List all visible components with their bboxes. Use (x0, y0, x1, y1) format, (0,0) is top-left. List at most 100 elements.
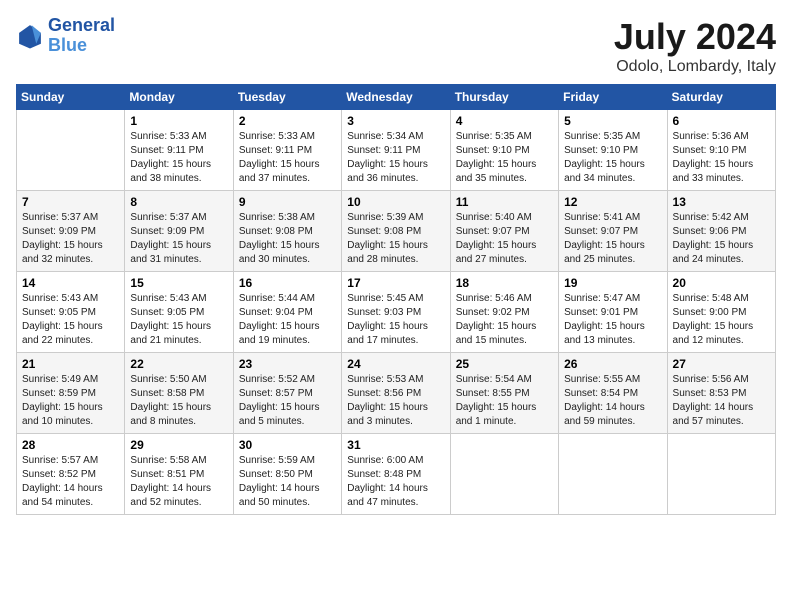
day-number: 11 (456, 195, 553, 209)
calendar-week-4: 21 Sunrise: 5:49 AM Sunset: 8:59 PM Dayli… (17, 353, 776, 434)
calendar-cell: 23Sunrise: 5:52 AM Sunset: 8:57 PM Dayli… (233, 353, 341, 434)
day-info: Sunrise: 5:35 AM Sunset: 9:10 PM Dayligh… (564, 130, 661, 186)
day-number: 30 (239, 438, 336, 452)
calendar-cell: 20 Sunrise: 5:48 AM Sunset: 9:00 PM Dayli… (667, 272, 775, 353)
calendar-header: SundayMondayTuesdayWednesdayThursdayFrid… (17, 85, 776, 110)
day-info: Sunrise: 6:00 AM Sunset: 8:48 PM Dayligh… (347, 454, 444, 510)
day-info: Sunrise: 5:39 AM Sunset: 9:08 PM Dayligh… (347, 211, 444, 267)
calendar-week-2: 7 Sunrise: 5:37 AM Sunset: 9:09 PM Daylig… (17, 191, 776, 272)
calendar-cell: 22 Sunrise: 5:50 AM Sunset: 8:58 PM Dayli… (125, 353, 233, 434)
day-number: 20 (673, 276, 770, 290)
calendar-cell: 26Sunrise: 5:55 AM Sunset: 8:54 PM Dayli… (559, 353, 667, 434)
calendar-cell: 11 Sunrise: 5:40 AM Sunset: 9:07 PM Dayli… (450, 191, 558, 272)
day-info: Sunrise: 5:37 AM Sunset: 9:09 PM Dayligh… (130, 211, 227, 267)
day-info: Sunrise: 5:50 AM Sunset: 8:58 PM Dayligh… (130, 373, 227, 429)
day-number: 29 (130, 438, 227, 452)
logo-blue: Blue (48, 35, 87, 55)
calendar-cell: 1Sunrise: 5:33 AM Sunset: 9:11 PM Daylig… (125, 110, 233, 191)
day-info: Sunrise: 5:54 AM Sunset: 8:55 PM Dayligh… (456, 373, 553, 429)
day-number: 22 (130, 357, 227, 371)
calendar-cell: 3Sunrise: 5:34 AM Sunset: 9:11 PM Daylig… (342, 110, 450, 191)
calendar-cell: 7 Sunrise: 5:37 AM Sunset: 9:09 PM Daylig… (17, 191, 125, 272)
day-info: Sunrise: 5:34 AM Sunset: 9:11 PM Dayligh… (347, 130, 444, 186)
logo: General Blue (16, 16, 115, 56)
day-number: 9 (239, 195, 336, 209)
day-header-sunday: Sunday (17, 85, 125, 110)
calendar-cell: 14 Sunrise: 5:43 AM Sunset: 9:05 PM Dayli… (17, 272, 125, 353)
day-number: 21 (22, 357, 119, 371)
calendar-cell (450, 434, 558, 515)
day-info: Sunrise: 5:35 AM Sunset: 9:10 PM Dayligh… (456, 130, 553, 186)
calendar-cell (17, 110, 125, 191)
calendar-cell: 2Sunrise: 5:33 AM Sunset: 9:11 PM Daylig… (233, 110, 341, 191)
day-info: Sunrise: 5:44 AM Sunset: 9:04 PM Dayligh… (239, 292, 336, 348)
day-info: Sunrise: 5:40 AM Sunset: 9:07 PM Dayligh… (456, 211, 553, 267)
day-number: 28 (22, 438, 119, 452)
day-info: Sunrise: 5:42 AM Sunset: 9:06 PM Dayligh… (673, 211, 770, 267)
calendar-week-1: 1Sunrise: 5:33 AM Sunset: 9:11 PM Daylig… (17, 110, 776, 191)
day-info: Sunrise: 5:49 AM Sunset: 8:59 PM Dayligh… (22, 373, 119, 429)
day-number: 6 (673, 114, 770, 128)
calendar-week-5: 28 Sunrise: 5:57 AM Sunset: 8:52 PM Dayli… (17, 434, 776, 515)
day-number: 17 (347, 276, 444, 290)
calendar-cell: 27 Sunrise: 5:56 AM Sunset: 8:53 PM Dayli… (667, 353, 775, 434)
calendar-cell: 10 Sunrise: 5:39 AM Sunset: 9:08 PM Dayli… (342, 191, 450, 272)
day-header-wednesday: Wednesday (342, 85, 450, 110)
day-number: 14 (22, 276, 119, 290)
calendar-cell (667, 434, 775, 515)
logo-general: General (48, 15, 115, 35)
day-info: Sunrise: 5:45 AM Sunset: 9:03 PM Dayligh… (347, 292, 444, 348)
calendar-cell: 24 Sunrise: 5:53 AM Sunset: 8:56 PM Dayli… (342, 353, 450, 434)
day-number: 19 (564, 276, 661, 290)
day-number: 25 (456, 357, 553, 371)
calendar-cell: 17 Sunrise: 5:45 AM Sunset: 9:03 PM Dayli… (342, 272, 450, 353)
calendar-cell: 5Sunrise: 5:35 AM Sunset: 9:10 PM Daylig… (559, 110, 667, 191)
day-number: 27 (673, 357, 770, 371)
calendar-cell: 28 Sunrise: 5:57 AM Sunset: 8:52 PM Dayli… (17, 434, 125, 515)
day-number: 12 (564, 195, 661, 209)
calendar-cell: 19 Sunrise: 5:47 AM Sunset: 9:01 PM Dayli… (559, 272, 667, 353)
day-number: 10 (347, 195, 444, 209)
day-info: Sunrise: 5:43 AM Sunset: 9:05 PM Dayligh… (130, 292, 227, 348)
day-info: Sunrise: 5:57 AM Sunset: 8:52 PM Dayligh… (22, 454, 119, 510)
calendar-cell: 8 Sunrise: 5:37 AM Sunset: 9:09 PM Daylig… (125, 191, 233, 272)
calendar-cell: 30 Sunrise: 5:59 AM Sunset: 8:50 PM Dayli… (233, 434, 341, 515)
day-number: 15 (130, 276, 227, 290)
day-info: Sunrise: 5:36 AM Sunset: 9:10 PM Dayligh… (673, 130, 770, 186)
day-info: Sunrise: 5:47 AM Sunset: 9:01 PM Dayligh… (564, 292, 661, 348)
day-info: Sunrise: 5:37 AM Sunset: 9:09 PM Dayligh… (22, 211, 119, 267)
calendar-cell: 9 Sunrise: 5:38 AM Sunset: 9:08 PM Daylig… (233, 191, 341, 272)
day-info: Sunrise: 5:41 AM Sunset: 9:07 PM Dayligh… (564, 211, 661, 267)
day-info: Sunrise: 5:58 AM Sunset: 8:51 PM Dayligh… (130, 454, 227, 510)
title-block: July 2024 Odolo, Lombardy, Italy (614, 16, 776, 76)
day-number: 18 (456, 276, 553, 290)
day-header-thursday: Thursday (450, 85, 558, 110)
day-number: 23 (239, 357, 336, 371)
calendar-cell: 18Sunrise: 5:46 AM Sunset: 9:02 PM Dayli… (450, 272, 558, 353)
location: Odolo, Lombardy, Italy (614, 58, 776, 76)
day-info: Sunrise: 5:59 AM Sunset: 8:50 PM Dayligh… (239, 454, 336, 510)
day-number: 24 (347, 357, 444, 371)
day-header-friday: Friday (559, 85, 667, 110)
day-info: Sunrise: 5:33 AM Sunset: 9:11 PM Dayligh… (239, 130, 336, 186)
day-info: Sunrise: 5:55 AM Sunset: 8:54 PM Dayligh… (564, 373, 661, 429)
day-number: 31 (347, 438, 444, 452)
day-info: Sunrise: 5:38 AM Sunset: 9:08 PM Dayligh… (239, 211, 336, 267)
day-info: Sunrise: 5:43 AM Sunset: 9:05 PM Dayligh… (22, 292, 119, 348)
month-title: July 2024 (614, 16, 776, 58)
day-number: 4 (456, 114, 553, 128)
page-header: General Blue July 2024 Odolo, Lombardy, … (16, 16, 776, 76)
calendar-table: SundayMondayTuesdayWednesdayThursdayFrid… (16, 84, 776, 515)
day-info: Sunrise: 5:53 AM Sunset: 8:56 PM Dayligh… (347, 373, 444, 429)
day-number: 13 (673, 195, 770, 209)
logo-icon (16, 22, 44, 50)
calendar-cell: 31 Sunrise: 6:00 AM Sunset: 8:48 PM Dayli… (342, 434, 450, 515)
calendar-cell: 21 Sunrise: 5:49 AM Sunset: 8:59 PM Dayli… (17, 353, 125, 434)
day-number: 8 (130, 195, 227, 209)
day-info: Sunrise: 5:56 AM Sunset: 8:53 PM Dayligh… (673, 373, 770, 429)
calendar-cell: 15 Sunrise: 5:43 AM Sunset: 9:05 PM Dayli… (125, 272, 233, 353)
day-info: Sunrise: 5:48 AM Sunset: 9:00 PM Dayligh… (673, 292, 770, 348)
calendar-cell: 25 Sunrise: 5:54 AM Sunset: 8:55 PM Dayli… (450, 353, 558, 434)
calendar-cell (559, 434, 667, 515)
day-number: 7 (22, 195, 119, 209)
